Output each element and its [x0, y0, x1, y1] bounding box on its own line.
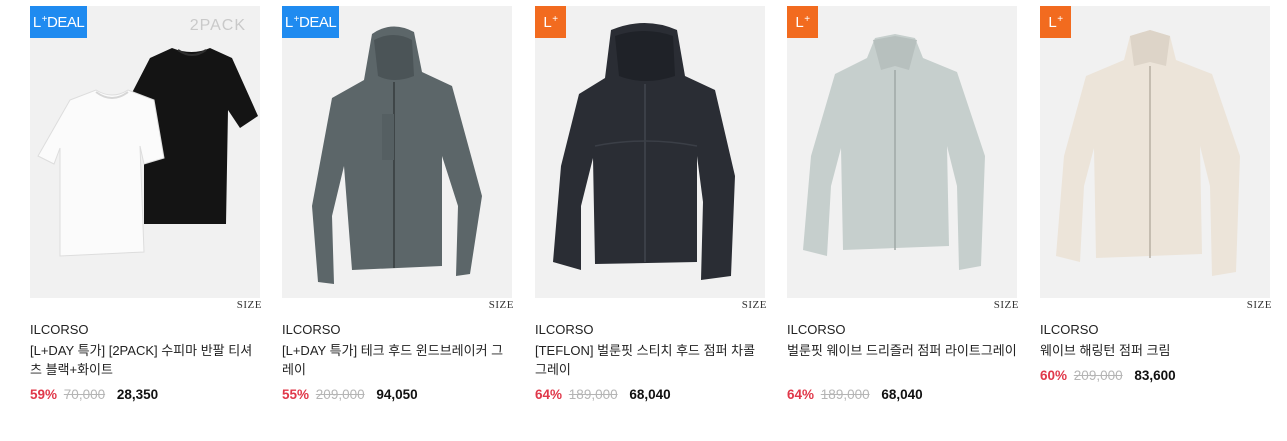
- price-row: 64% 189,000 68,040: [535, 387, 671, 402]
- tshirts-image: [37, 48, 258, 257]
- discount-rate: 64%: [535, 387, 563, 402]
- price-row: 64% 189,000 68,040: [787, 387, 923, 402]
- size-link[interactable]: SIZE: [1247, 299, 1272, 311]
- brand-name: ILCORSO: [1040, 322, 1099, 337]
- brand-name: ILCORSO: [535, 322, 594, 337]
- product-thumbnail[interactable]: L +: [535, 6, 765, 298]
- original-price: 189,000: [820, 387, 870, 402]
- size-link[interactable]: SIZE: [489, 299, 514, 311]
- product-title[interactable]: [TEFLON] 벌룬핏 스티치 후드 점퍼 차콜그레이: [535, 341, 767, 379]
- product-title[interactable]: 웨이브 해링턴 점퍼 크림: [1040, 341, 1272, 360]
- original-price: 209,000: [315, 387, 365, 402]
- sale-price: 83,600: [1134, 368, 1176, 383]
- windbreaker-image: [312, 26, 482, 284]
- sale-price: 28,350: [116, 387, 159, 402]
- l-plus-deal-badge: L + DEAL: [282, 6, 339, 38]
- size-link[interactable]: SIZE: [742, 299, 767, 311]
- l-plus-deal-badge: L + DEAL: [30, 6, 87, 38]
- product-card[interactable]: L + DEAL SIZE ILCORSO [L+DAY 특가] 테크 후드 윈드브…: [282, 6, 513, 402]
- discount-rate: 60%: [1040, 368, 1068, 383]
- product-grid: L + DEAL 2PACK SIZE ILCORSO [L+DAY 특가] [2P…: [0, 0, 1287, 441]
- size-link[interactable]: SIZE: [237, 299, 262, 311]
- product-card[interactable]: L + SIZE ILCORSO 웨이브 해링턴 점퍼 크림 60% 209,00…: [1040, 6, 1271, 383]
- product-title[interactable]: [L+DAY 특가] [2PACK] 수피마 반팔 티셔츠 블랙+화이트: [30, 341, 262, 379]
- product-thumbnail[interactable]: L +: [1040, 6, 1270, 298]
- discount-rate: 55%: [282, 387, 310, 402]
- product-thumbnail[interactable]: L + DEAL: [282, 6, 512, 298]
- product-title[interactable]: [L+DAY 특가] 테크 후드 윈드브레이커 그레이: [282, 341, 514, 379]
- sale-price: 94,050: [376, 387, 418, 402]
- product-title[interactable]: 벌룬핏 웨이브 드리즐러 점퍼 라이트그레이: [787, 341, 1019, 360]
- product-thumbnail[interactable]: L + DEAL 2PACK: [30, 6, 260, 298]
- price-row: 60% 209,000 83,600: [1040, 368, 1176, 383]
- l-plus-badge: L +: [1040, 6, 1071, 38]
- product-card[interactable]: L + SIZE ILCORSO [TEFLON] 벌룬핏 스티치 후드 점퍼 차…: [535, 6, 766, 402]
- l-plus-badge: L +: [535, 6, 566, 38]
- pack-label: 2PACK: [189, 17, 246, 34]
- original-price: 189,000: [568, 387, 618, 402]
- original-price: 70,000: [63, 387, 106, 402]
- product-card[interactable]: L + DEAL 2PACK SIZE ILCORSO [L+DAY 특가] [2P…: [30, 6, 261, 402]
- brand-name: ILCORSO: [282, 322, 341, 337]
- discount-rate: 64%: [787, 387, 815, 402]
- brand-name: ILCORSO: [787, 322, 846, 337]
- discount-rate: 59%: [30, 387, 58, 402]
- price-row: 59% 70,000 28,350: [30, 387, 158, 402]
- brand-name: ILCORSO: [30, 322, 89, 337]
- original-price: 209,000: [1073, 368, 1123, 383]
- product-thumbnail[interactable]: L +: [787, 6, 1017, 298]
- sale-price: 68,040: [629, 387, 671, 402]
- badge-text: DEAL: [299, 13, 337, 31]
- hooded-jumper-image: [553, 23, 735, 280]
- price-row: 55% 209,000 94,050: [282, 387, 418, 402]
- size-link[interactable]: SIZE: [994, 299, 1019, 311]
- l-plus-badge: L +: [787, 6, 818, 38]
- harrington-jacket-image: [1056, 30, 1240, 276]
- product-card[interactable]: L + SIZE ILCORSO 벌룬핏 웨이브 드리즐러 점퍼 라이트그레이 6…: [787, 6, 1018, 402]
- badge-text: DEAL: [47, 13, 85, 31]
- sale-price: 68,040: [881, 387, 923, 402]
- drizzler-jacket-image: [803, 34, 985, 270]
